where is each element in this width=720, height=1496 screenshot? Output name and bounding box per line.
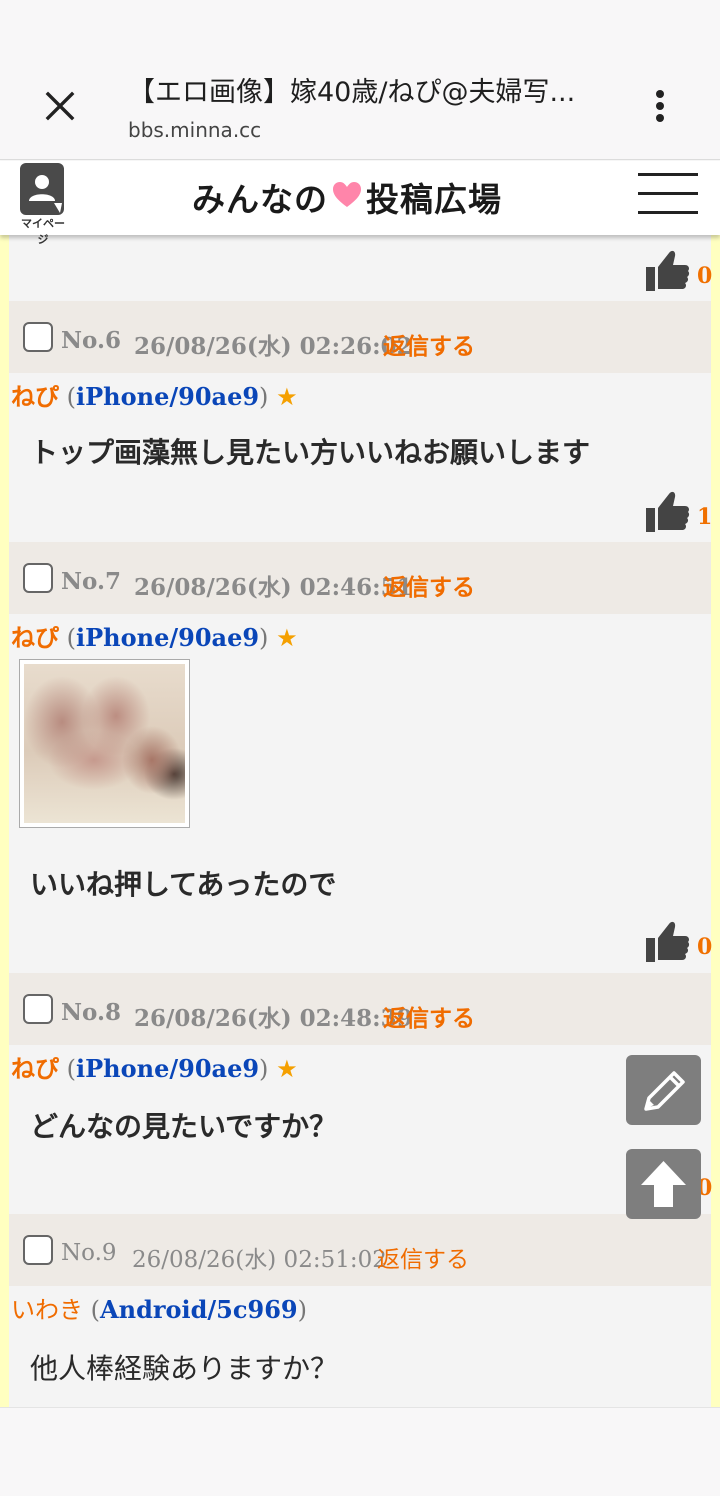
thumbs-up-icon[interactable]: [645, 920, 691, 964]
post-body: どんなの見たいですか？: [30, 1110, 338, 1143]
thumbs-up-icon[interactable]: [645, 249, 691, 293]
post-number: No.8: [61, 999, 121, 1026]
logo-text-right: 投稿広場: [366, 180, 502, 219]
post-header: No.9 26/08/26(水) 02:51:02 返信する: [9, 1214, 711, 1286]
heart-icon: [332, 178, 362, 217]
pencil-icon: [644, 1071, 685, 1111]
post-date: 26/08/26(水) 02:46:51: [134, 574, 413, 601]
star-icon: ★: [276, 1055, 298, 1083]
post-image: [24, 664, 185, 823]
browser-toolbar: 【エロ画像】嫁40歳/ねぴ@夫婦写... bbs.minna.cc: [0, 0, 720, 160]
reply-link[interactable]: 返信する: [383, 327, 475, 361]
post-header: No.8 26/08/26(水) 02:48:39 返信する: [9, 973, 711, 1045]
post-number: No.6: [61, 327, 121, 354]
author-name: いわき: [11, 1296, 83, 1324]
author-name: ねぴ: [11, 383, 59, 411]
post-header: No.7 26/08/26(水) 02:46:51 返信する: [9, 542, 711, 614]
arrow-up-icon: [641, 1161, 686, 1207]
user-icon: [20, 163, 64, 215]
reply-link[interactable]: 返信する: [383, 568, 475, 602]
like-count: 1: [697, 504, 713, 530]
author-name: ねぴ: [11, 1055, 59, 1083]
post-number: No.9: [61, 1240, 117, 1266]
page-title: 【エロ画像】嫁40歳/ねぴ@夫婦写...: [128, 77, 576, 108]
author-device-id[interactable]: iPhone/90ae9: [76, 623, 259, 652]
post-body: 他人棒経験ありますか？: [30, 1352, 339, 1385]
post-date: 26/08/26(水) 02:51:02: [132, 1247, 387, 1273]
mypage-button[interactable]: マイページ: [18, 163, 68, 246]
star-icon: ★: [276, 624, 298, 652]
like-count: 0: [697, 263, 713, 289]
like-count: 0: [697, 934, 713, 960]
post-list: 0 No.6 26/08/26(水) 02:26:02 返信する ねぴ (iPh…: [9, 235, 713, 1407]
reply-link[interactable]: 返信する: [377, 1240, 469, 1274]
post-image-thumbnail[interactable]: [19, 659, 190, 828]
page-url[interactable]: bbs.minna.cc: [128, 118, 261, 142]
author-name: ねぴ: [11, 624, 59, 652]
post-date: 26/08/26(水) 02:48:39: [134, 1005, 413, 1032]
logo-text-left: みんなの: [192, 180, 328, 219]
menu-icon[interactable]: [638, 173, 698, 217]
site-logo[interactable]: みんなの 投稿広場: [192, 175, 502, 219]
post-author: いわき (Android/5c969): [11, 1295, 307, 1324]
post-checkbox[interactable]: [23, 1235, 53, 1265]
post-author: ねぴ (iPhone/90ae9) ★: [11, 382, 298, 411]
author-device-id[interactable]: Android/5c969: [100, 1295, 298, 1324]
post-author: ねぴ (iPhone/90ae9) ★: [11, 623, 298, 652]
post-date: 26/08/26(水) 02:26:02: [134, 333, 413, 360]
post-body: トップ画藻無し見たい方いいねお願いします: [30, 436, 591, 469]
thread-area: 0 No.6 26/08/26(水) 02:26:02 返信する ねぴ (iPh…: [0, 235, 720, 1407]
close-tab-icon[interactable]: [42, 88, 78, 124]
write-post-button[interactable]: [626, 1055, 701, 1125]
author-device-id[interactable]: iPhone/90ae9: [76, 1054, 259, 1083]
browser-bottom-bar: [0, 1407, 720, 1496]
post-author: ねぴ (iPhone/90ae9) ★: [11, 1054, 298, 1083]
thumbs-up-icon[interactable]: [645, 490, 691, 534]
post-checkbox[interactable]: [23, 322, 53, 352]
site-header: マイページ みんなの 投稿広場: [0, 161, 720, 246]
post-checkbox[interactable]: [23, 563, 53, 593]
more-options-icon[interactable]: [648, 88, 672, 124]
post-body: いいね押してあったので: [30, 868, 337, 901]
post-checkbox[interactable]: [23, 994, 53, 1024]
post-header: No.6 26/08/26(水) 02:26:02 返信する: [9, 301, 711, 373]
star-icon: ★: [276, 383, 298, 411]
reply-link[interactable]: 返信する: [383, 999, 475, 1033]
author-device-id[interactable]: iPhone/90ae9: [76, 382, 259, 411]
mypage-label: マイページ: [21, 217, 65, 246]
post-number: No.7: [61, 568, 121, 595]
scroll-to-top-button[interactable]: [626, 1149, 701, 1219]
